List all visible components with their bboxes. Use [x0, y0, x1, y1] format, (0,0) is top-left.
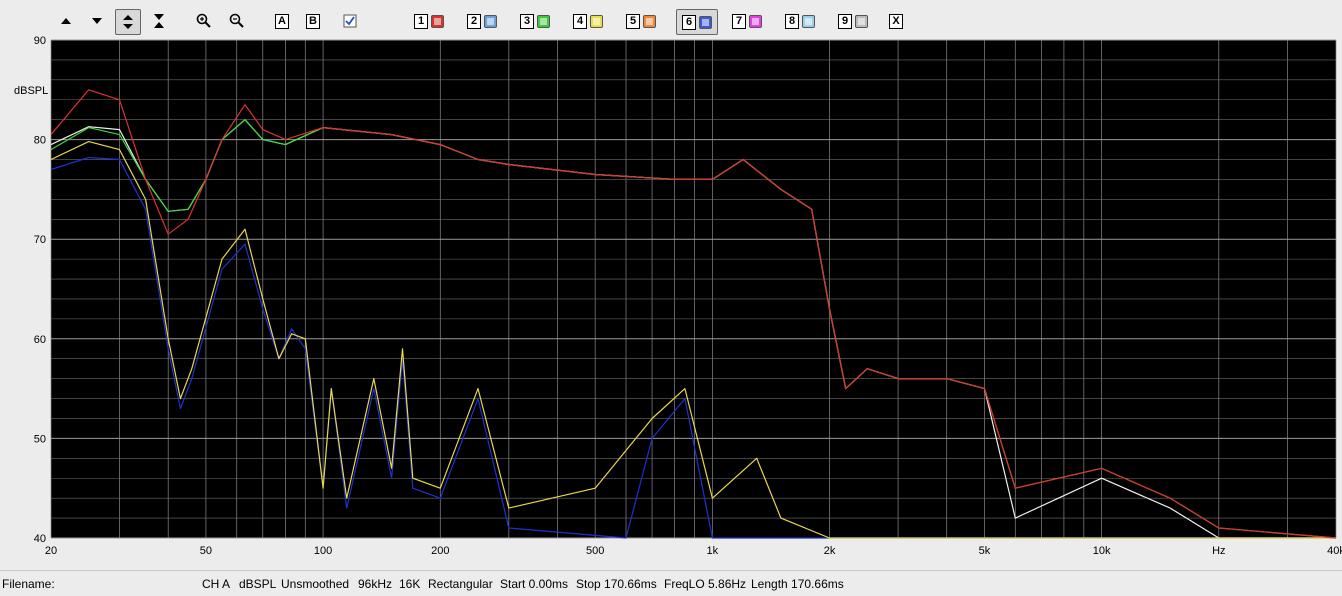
overlay-button-5[interactable]: 5 — [623, 10, 659, 32]
y-axis-labels: 90 80 70 60 50 40 — [34, 35, 46, 545]
overlay-color-swatch — [749, 14, 762, 28]
overlay-button-2[interactable]: 2 — [464, 10, 500, 32]
frequency-response-chart: 90 80 70 60 50 40 20 50 100 200 500 1k 2k 5k 10k Hz 40k… — [14, 35, 1342, 557]
overlay-color-swatch — [855, 14, 868, 28]
button-a[interactable]: A — [274, 10, 290, 32]
status-rate: 96kHz — [358, 577, 393, 591]
overlay-color-swatch — [537, 14, 550, 28]
x-tick-label: 10k — [1093, 545, 1111, 557]
overlay-button-3[interactable]: 3 — [517, 10, 553, 32]
button-b[interactable]: B — [305, 10, 321, 32]
x-axis-labels: 20 50 100 200 500 1k 2k 5k 10k Hz 40k — [45, 545, 1342, 557]
overlay-color-swatch — [802, 14, 815, 28]
overlay-number-3: 3 — [520, 13, 534, 29]
y-tick-label: 60 — [34, 334, 46, 346]
x-tick-label: 200 — [431, 545, 449, 557]
status-window: Rectangular — [428, 577, 493, 591]
y-tick-label: 70 — [34, 234, 46, 246]
status-freqlo: FreqLO 5.86Hz — [664, 577, 747, 591]
overlay-color-swatch — [484, 14, 497, 28]
overlay-color-swatch — [431, 14, 444, 28]
status-length: Length 170.66ms — [751, 577, 844, 591]
x-tick-label: 5k — [979, 545, 991, 557]
overlay-number-1: 1 — [414, 13, 428, 29]
plot-background — [51, 40, 1336, 538]
status-start: Start 0.00ms — [500, 577, 569, 591]
arrow-down-icon[interactable] — [89, 10, 105, 32]
overlay-button-7[interactable]: 7 — [729, 10, 765, 32]
status-filename: Filename: — [2, 577, 55, 591]
collapse-vertical-icon[interactable] — [151, 10, 167, 32]
overlay-button-8[interactable]: 8 — [782, 10, 818, 32]
button-a-label: A — [275, 13, 289, 29]
x-tick-label: 2k — [824, 545, 836, 557]
overlay-number-6: 6 — [682, 14, 696, 30]
overlay-number-7: 7 — [732, 13, 746, 29]
status-fft: 16K — [399, 577, 421, 591]
close-icon[interactable]: X — [888, 10, 904, 32]
x-tick-label: 20 — [45, 545, 57, 557]
close-label: X — [889, 13, 903, 29]
status-channel: CH A — [202, 577, 231, 591]
overlay-color-swatch — [643, 14, 656, 28]
x-tick-label: Hz — [1212, 545, 1225, 557]
button-b-label: B — [306, 13, 320, 29]
overlay-button-1[interactable]: 1 — [411, 10, 447, 32]
overlay-number-2: 2 — [467, 13, 481, 29]
y-tick-label: 80 — [34, 135, 46, 147]
overlay-button-4[interactable]: 4 — [570, 10, 606, 32]
arrow-up-icon[interactable] — [58, 10, 74, 32]
overlay-color-swatch — [590, 14, 603, 28]
status-smoothing: Unsmoothed — [281, 577, 350, 591]
x-tick-label: 500 — [586, 545, 604, 557]
zoom-out-icon[interactable] — [228, 10, 246, 32]
y-tick-label: 50 — [34, 433, 46, 445]
overlay-number-8: 8 — [785, 13, 799, 29]
check-icon[interactable] — [342, 10, 358, 32]
zoom-in-icon[interactable] — [195, 10, 213, 32]
overlay-number-9: 9 — [838, 13, 852, 29]
x-tick-label: 1k — [707, 545, 719, 557]
overlay-number-5: 5 — [626, 13, 640, 29]
overlay-color-swatch — [699, 15, 712, 29]
y-tick-label: 40 — [34, 533, 46, 545]
overlay-button-9[interactable]: 9 — [835, 10, 871, 32]
y-axis-title: dBSPL — [14, 85, 48, 97]
y-tick-label: 90 — [34, 35, 46, 47]
status-stop: Stop 170.66ms — [576, 577, 657, 591]
status-units: dBSPL — [239, 577, 277, 591]
overlay-number-4: 4 — [573, 13, 587, 29]
x-tick-label: 50 — [200, 545, 212, 557]
status-bar: Filename: CH A dBSPL Unsmoothed 96kHz 16… — [0, 570, 1342, 596]
x-tick-label: 100 — [314, 545, 332, 557]
x-tick-label: 40k — [1327, 545, 1342, 557]
